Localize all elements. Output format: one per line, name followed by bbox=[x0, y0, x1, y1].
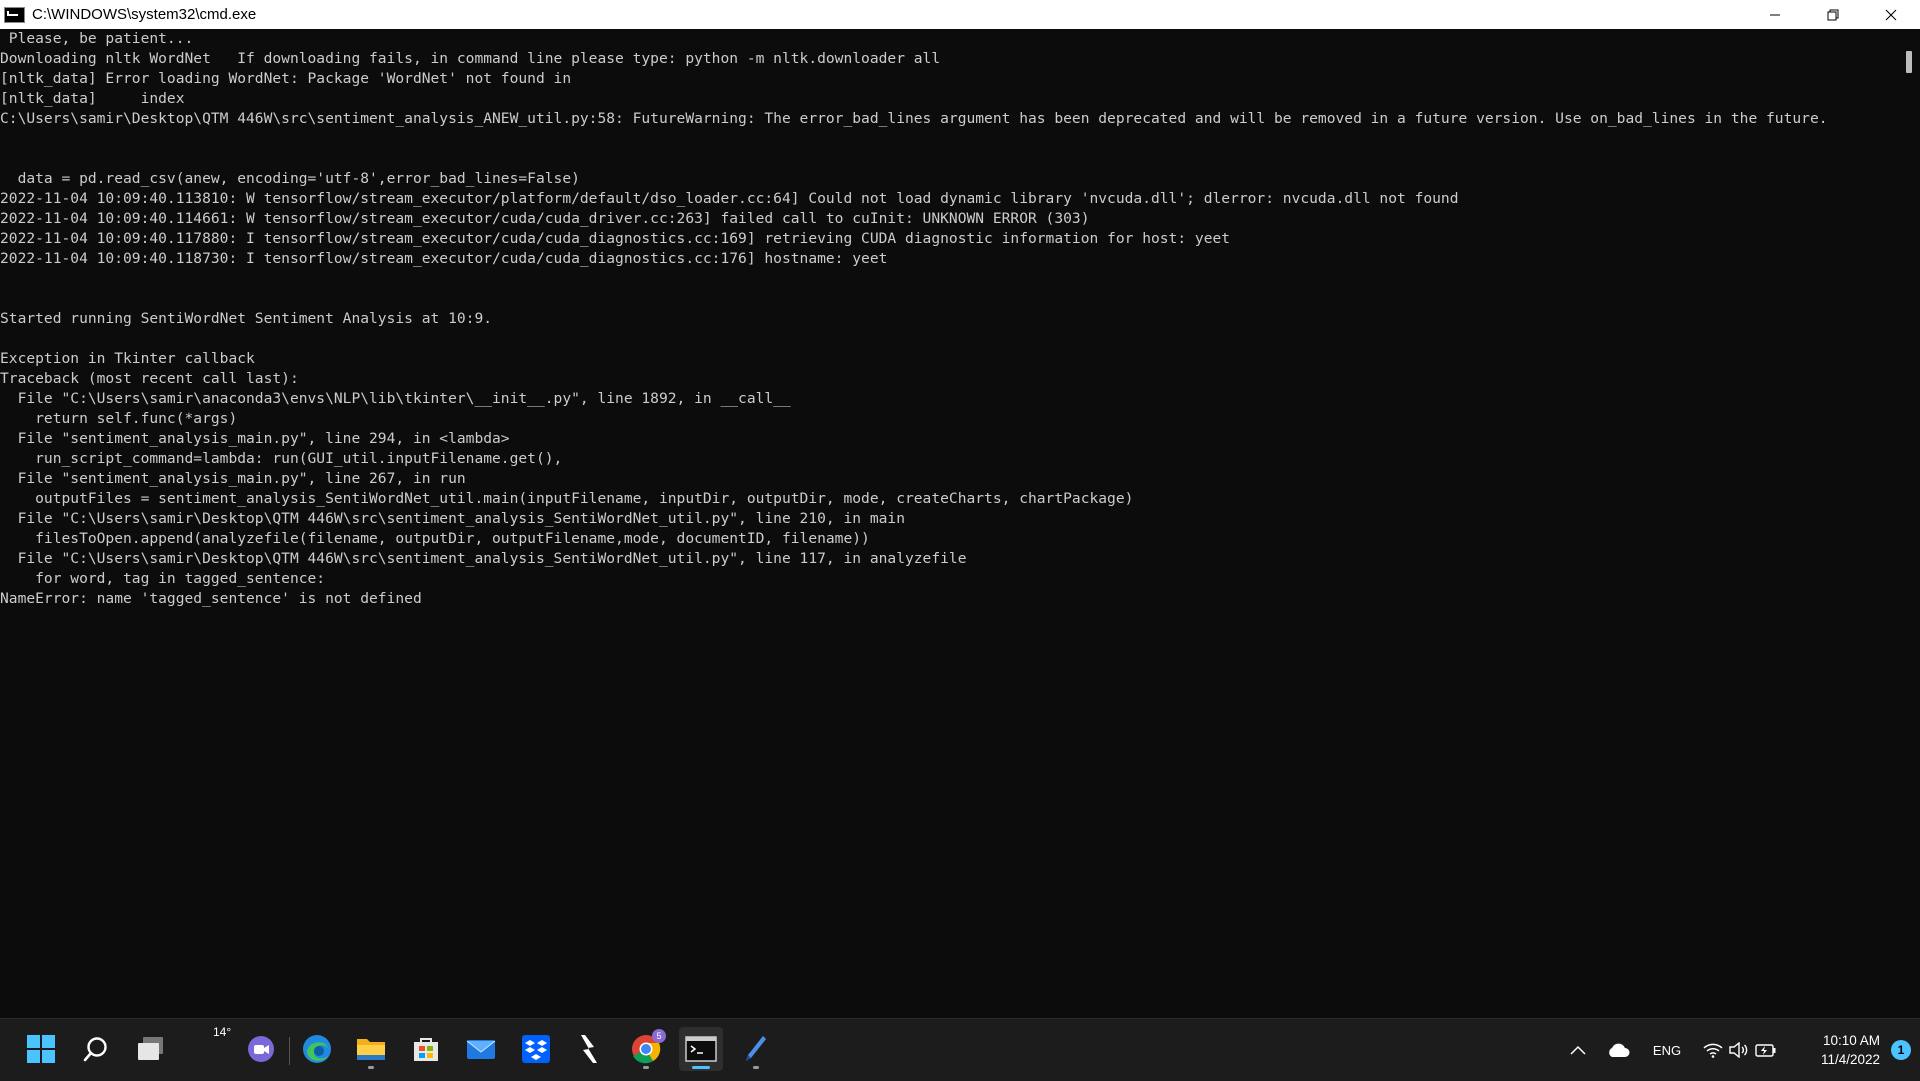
console-line: NameError: name 'tagged_sentence' is not… bbox=[0, 590, 422, 607]
console-line: Started running SentiWordNet Sentiment A… bbox=[0, 310, 493, 327]
store-icon bbox=[414, 1038, 438, 1061]
chat-icon bbox=[248, 1036, 274, 1062]
console-line: data = pd.read_csv(anew, encoding='utf-8… bbox=[0, 170, 580, 187]
window-controls bbox=[1746, 0, 1920, 29]
cmd-app-icon bbox=[4, 6, 25, 23]
store-button[interactable] bbox=[404, 1027, 448, 1071]
taskbar: 14° 5 ENG 10:10 AM 11/4/2022 1 bbox=[0, 1018, 1920, 1081]
windows-logo-icon bbox=[27, 1035, 55, 1063]
console-line: File "sentiment_analysis_main.py", line … bbox=[0, 470, 466, 487]
restore-icon bbox=[1827, 9, 1839, 20]
console-line: [nltk_data] index bbox=[0, 90, 185, 107]
start-button[interactable] bbox=[19, 1027, 63, 1071]
volume-icon bbox=[1729, 1042, 1748, 1058]
lightning-icon bbox=[581, 1035, 597, 1063]
window-titlebar[interactable]: C:\WINDOWS\system32\cmd.exe bbox=[0, 0, 1920, 29]
terminal-icon bbox=[685, 1036, 717, 1062]
battery-charging-icon bbox=[1755, 1044, 1776, 1057]
chevron-up-icon bbox=[1570, 1045, 1586, 1055]
onedrive-button[interactable] bbox=[1600, 1019, 1636, 1081]
edge-button[interactable] bbox=[295, 1027, 339, 1071]
minimize-button[interactable] bbox=[1746, 0, 1804, 29]
console-line: return self.func(*args) bbox=[0, 410, 238, 427]
file-explorer-button[interactable] bbox=[349, 1027, 393, 1071]
volume-button[interactable] bbox=[1726, 1019, 1752, 1081]
weather-temperature: 14° bbox=[213, 1025, 232, 1039]
folder-icon bbox=[357, 1039, 385, 1060]
console-line: File "sentiment_analysis_main.py", line … bbox=[0, 430, 510, 447]
chat-button[interactable] bbox=[239, 1027, 283, 1071]
running-indicator bbox=[753, 1066, 759, 1069]
console-line: File "C:\Users\samir\anaconda3\envs\NLP\… bbox=[0, 390, 791, 407]
console-output[interactable]: Please, be patient... Downloading nltk Wo… bbox=[0, 29, 1898, 1018]
edge-icon bbox=[303, 1035, 331, 1063]
console-line: Downloading nltk WordNet If downloading … bbox=[0, 50, 941, 67]
console-line: Traceback (most recent call last): bbox=[0, 370, 299, 387]
window-title: C:\WINDOWS\system32\cmd.exe bbox=[32, 6, 257, 23]
wifi-icon bbox=[1703, 1043, 1723, 1058]
console-line: 2022-11-04 10:09:40.113810: W tensorflow… bbox=[0, 190, 1459, 207]
system-tray: ENG 10:10 AM 11/4/2022 1 bbox=[1560, 1019, 1920, 1081]
clock-button[interactable]: 10:10 AM 11/4/2022 bbox=[1788, 1019, 1880, 1081]
restore-button[interactable] bbox=[1804, 0, 1862, 29]
console-text: Please, be patient... Downloading nltk Wo… bbox=[0, 29, 1898, 609]
pen-app-button[interactable] bbox=[734, 1027, 778, 1071]
chrome-button[interactable]: 5 bbox=[624, 1027, 668, 1071]
console-line: File "C:\Users\samir\Desktop\QTM 446W\sr… bbox=[0, 510, 905, 527]
console-line: 2022-11-04 10:09:40.114661: W tensorflow… bbox=[0, 210, 1090, 227]
taskbar-separator bbox=[289, 1037, 290, 1065]
running-indicator bbox=[692, 1066, 710, 1069]
running-indicator bbox=[643, 1066, 649, 1069]
console-line: 2022-11-04 10:09:40.118730: I tensorflow… bbox=[0, 250, 888, 267]
show-hidden-icons-button[interactable] bbox=[1560, 1019, 1596, 1081]
dropbox-button[interactable] bbox=[514, 1027, 558, 1071]
close-button[interactable] bbox=[1862, 0, 1920, 29]
battery-button[interactable] bbox=[1752, 1019, 1780, 1081]
console-line: Please, be patient... bbox=[0, 30, 194, 47]
search-button[interactable] bbox=[74, 1027, 118, 1071]
clock-date: 11/4/2022 bbox=[1820, 1052, 1880, 1067]
wifi-button[interactable] bbox=[1700, 1019, 1726, 1081]
minimize-icon bbox=[1770, 14, 1780, 15]
chrome-profile-badge: 5 bbox=[652, 1029, 666, 1043]
console-line: outputFiles = sentiment_analysis_SentiWo… bbox=[0, 490, 1134, 507]
vertical-scrollbar[interactable] bbox=[1898, 29, 1920, 1018]
console-line: 2022-11-04 10:09:40.117880: I tensorflow… bbox=[0, 230, 1231, 247]
task-view-icon bbox=[138, 1037, 163, 1060]
console-line: run_script_command=lambda: run(GUI_util.… bbox=[0, 450, 563, 467]
console-line: filesToOpen.append(analyzefile(filename,… bbox=[0, 530, 870, 547]
scrollbar-thumb[interactable] bbox=[1906, 51, 1912, 73]
cloud-icon bbox=[1609, 1043, 1630, 1057]
pen-icon bbox=[746, 1036, 766, 1061]
console-line: C:\Users\samir\Desktop\QTM 446W\src\sent… bbox=[0, 110, 1828, 127]
mail-icon bbox=[466, 1040, 496, 1059]
lightning-app-button[interactable] bbox=[569, 1027, 613, 1071]
console-line: Exception in Tkinter callback bbox=[0, 350, 255, 367]
task-view-button[interactable] bbox=[129, 1027, 173, 1071]
terminal-button[interactable] bbox=[679, 1027, 723, 1071]
notifications-button[interactable]: 1 bbox=[1886, 1019, 1916, 1081]
console-line: File "C:\Users\samir\Desktop\QTM 446W\sr… bbox=[0, 550, 967, 567]
notification-count-badge: 1 bbox=[1891, 1040, 1911, 1060]
console-line: for word, tag in tagged_sentence: bbox=[0, 570, 326, 587]
running-indicator bbox=[368, 1066, 374, 1069]
console-line: [nltk_data] Error loading WordNet: Packa… bbox=[0, 70, 572, 87]
dropbox-icon bbox=[522, 1035, 550, 1063]
clock-time: 10:10 AM bbox=[1822, 1033, 1880, 1048]
search-icon bbox=[83, 1037, 107, 1062]
weather-widget[interactable]: 14° bbox=[193, 1025, 237, 1071]
mail-button[interactable] bbox=[459, 1027, 503, 1071]
language-indicator[interactable]: ENG bbox=[1644, 1019, 1690, 1081]
close-icon bbox=[1885, 9, 1897, 20]
